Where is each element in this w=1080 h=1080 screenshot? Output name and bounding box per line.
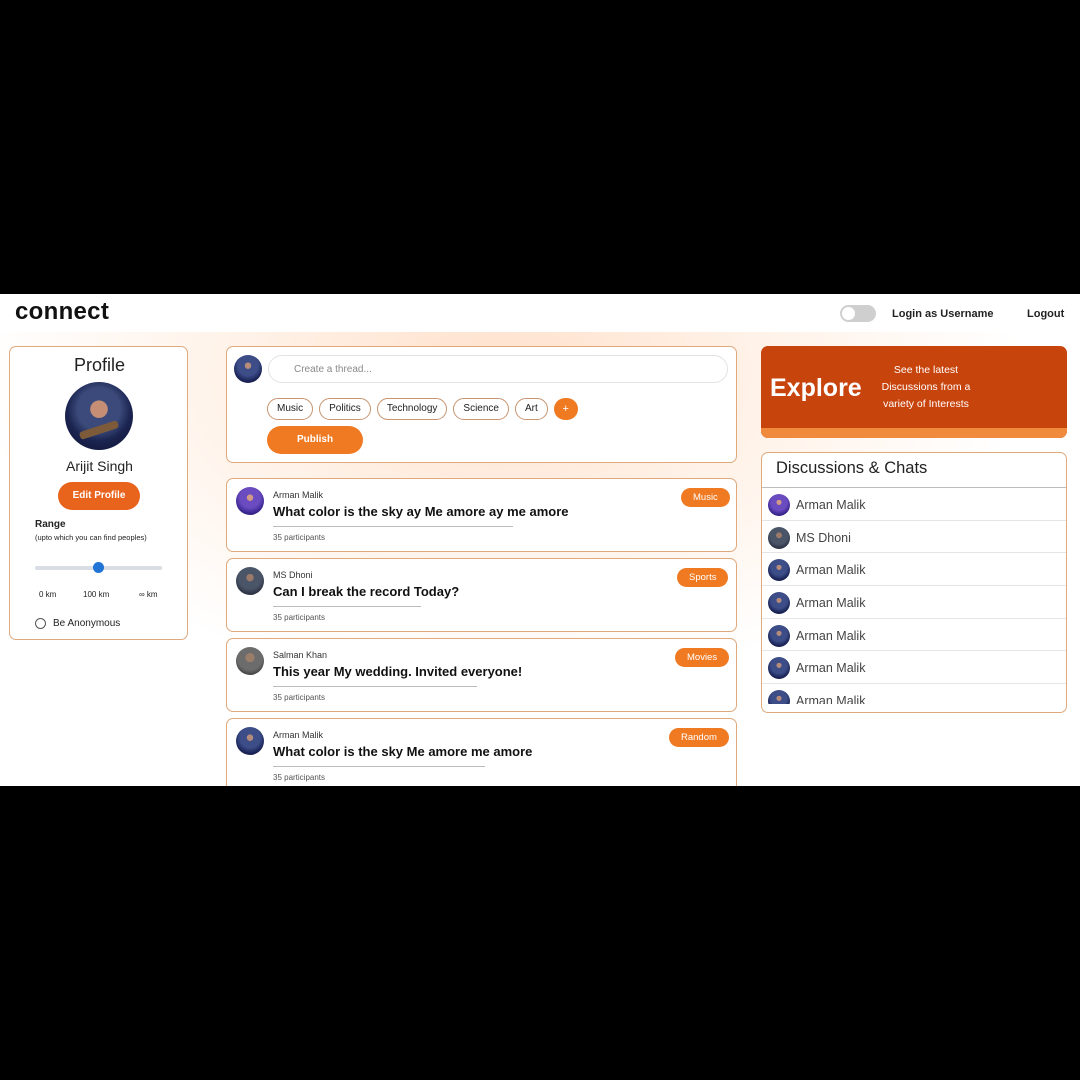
composer-avatar <box>234 355 262 383</box>
post-participants: 35 participants <box>273 613 326 622</box>
post-divider <box>273 766 485 767</box>
discussion-item[interactable]: Arman Malik <box>762 488 1066 521</box>
add-tag-button[interactable]: + <box>553 398 578 420</box>
anonymous-label[interactable]: Be Anonymous <box>53 618 120 629</box>
post-author-avatar <box>236 487 264 515</box>
profile-card: Profile Arijit Singh Edit Profile Range … <box>9 346 188 640</box>
post-divider <box>273 526 513 527</box>
post-divider <box>273 606 421 607</box>
discussion-avatar <box>768 624 790 647</box>
theme-toggle[interactable] <box>840 305 876 322</box>
discussion-name[interactable]: MS Dhoni <box>796 531 851 545</box>
range-label: Range <box>35 519 66 530</box>
range-tick-max: ∞ km <box>139 590 158 599</box>
post-participants: 35 participants <box>273 693 326 702</box>
discussion-avatar <box>768 592 790 615</box>
post-participants: 35 participants <box>273 533 326 542</box>
explore-banner[interactable]: Explore See the latest Discussions from … <box>761 346 1067 438</box>
post-category-badge[interactable]: Sports <box>677 568 729 587</box>
post-author: Arman Malik <box>273 490 324 500</box>
post-divider <box>273 686 477 687</box>
guitar-shape <box>78 420 120 440</box>
profile-title: Profile <box>73 355 126 375</box>
post-author-avatar <box>236 727 264 755</box>
discussions-panel: Discussions & Chats Arman Malik MS Dhoni… <box>761 452 1067 713</box>
profile-name: Arijit Singh <box>66 458 133 474</box>
post-title[interactable]: Can I break the record Today? <box>273 584 459 599</box>
post-participants: 35 participants <box>273 773 326 782</box>
discussion-avatar <box>768 657 790 680</box>
post-author: Salman Khan <box>273 650 328 660</box>
main-content: Profile Arijit Singh Edit Profile Range … <box>0 332 1080 786</box>
discussion-name[interactable]: Arman Malik <box>796 563 865 577</box>
range-tick-min: 0 km <box>39 590 57 599</box>
range-tick-mid: 100 km <box>83 590 110 599</box>
post-card[interactable]: Arman Malik What color is the sky ay Me … <box>226 478 737 552</box>
app-window: connect Login as Username Logout Profile… <box>0 294 1080 786</box>
discussion-item[interactable]: Arman Malik <box>762 651 1066 685</box>
post-author: MS Dhoni <box>273 570 313 580</box>
tag-art[interactable]: Art <box>514 398 548 420</box>
post-title[interactable]: What color is the sky Me amore me amore <box>273 744 532 759</box>
app-logo[interactable]: connect <box>15 298 109 326</box>
discussions-title: Discussions & Chats <box>776 459 928 477</box>
create-thread-input[interactable] <box>268 355 728 383</box>
range-sublabel: (upto which you can find peoples) <box>35 533 147 542</box>
discussion-name[interactable]: Arman Malik <box>796 694 865 704</box>
publish-button[interactable]: Publish <box>267 426 363 454</box>
explore-accent-bar <box>761 428 1067 438</box>
discussion-name[interactable]: Arman Malik <box>796 629 865 643</box>
tag-science[interactable]: Science <box>453 398 509 420</box>
post-title[interactable]: This year My wedding. Invited everyone! <box>273 664 522 679</box>
discussion-item[interactable]: Arman Malik <box>762 553 1066 587</box>
post-card[interactable]: MS Dhoni Can I break the record Today? 3… <box>226 558 737 632</box>
post-author-avatar <box>236 567 264 595</box>
tag-music[interactable]: Music <box>267 398 314 420</box>
discussion-name[interactable]: Arman Malik <box>796 661 865 675</box>
discussion-item[interactable]: Arman Malik <box>762 684 1066 704</box>
discussions-list[interactable]: Arman Malik MS Dhoni Arman Malik Arman M… <box>762 488 1066 704</box>
discussion-item[interactable]: Arman Malik <box>762 619 1066 652</box>
discussion-name[interactable]: Arman Malik <box>796 596 865 610</box>
post-category-badge[interactable]: Random <box>669 728 729 747</box>
profile-avatar <box>65 382 133 450</box>
discussion-item[interactable]: MS Dhoni <box>762 521 1066 554</box>
logout-link[interactable]: Logout <box>1027 308 1064 320</box>
discussion-avatar <box>768 690 790 704</box>
post-title[interactable]: What color is the sky ay Me amore ay me … <box>273 504 569 519</box>
post-card[interactable]: Salman Khan This year My wedding. Invite… <box>226 638 737 712</box>
anonymous-radio[interactable] <box>35 618 46 629</box>
post-category-badge[interactable]: Music <box>681 488 730 507</box>
discussion-item[interactable]: Arman Malik <box>762 586 1066 619</box>
post-card[interactable]: Arman Malik What color is the sky Me amo… <box>226 718 737 786</box>
post-author-avatar <box>236 647 264 675</box>
edit-profile-button[interactable]: Edit Profile <box>58 482 140 510</box>
tag-technology[interactable]: Technology <box>376 398 448 420</box>
post-category-badge[interactable]: Movies <box>675 648 730 667</box>
login-username-link[interactable]: Login as Username <box>892 308 993 320</box>
toggle-knob <box>842 307 855 320</box>
discussion-avatar <box>768 494 790 516</box>
post-author: Arman Malik <box>273 730 324 740</box>
range-slider-thumb[interactable] <box>93 562 104 573</box>
tag-list: Music Politics Technology Science Art + <box>267 398 578 420</box>
tag-politics[interactable]: Politics <box>319 398 371 420</box>
discussion-avatar <box>768 526 790 549</box>
thread-composer: Music Politics Technology Science Art + … <box>226 346 737 463</box>
discussion-avatar <box>768 559 790 582</box>
explore-title[interactable]: Explore <box>770 374 862 403</box>
explore-description: See the latest Discussions from a variet… <box>881 364 971 410</box>
top-bar: connect Login as Username Logout <box>0 294 1080 332</box>
discussion-name[interactable]: Arman Malik <box>796 498 865 512</box>
